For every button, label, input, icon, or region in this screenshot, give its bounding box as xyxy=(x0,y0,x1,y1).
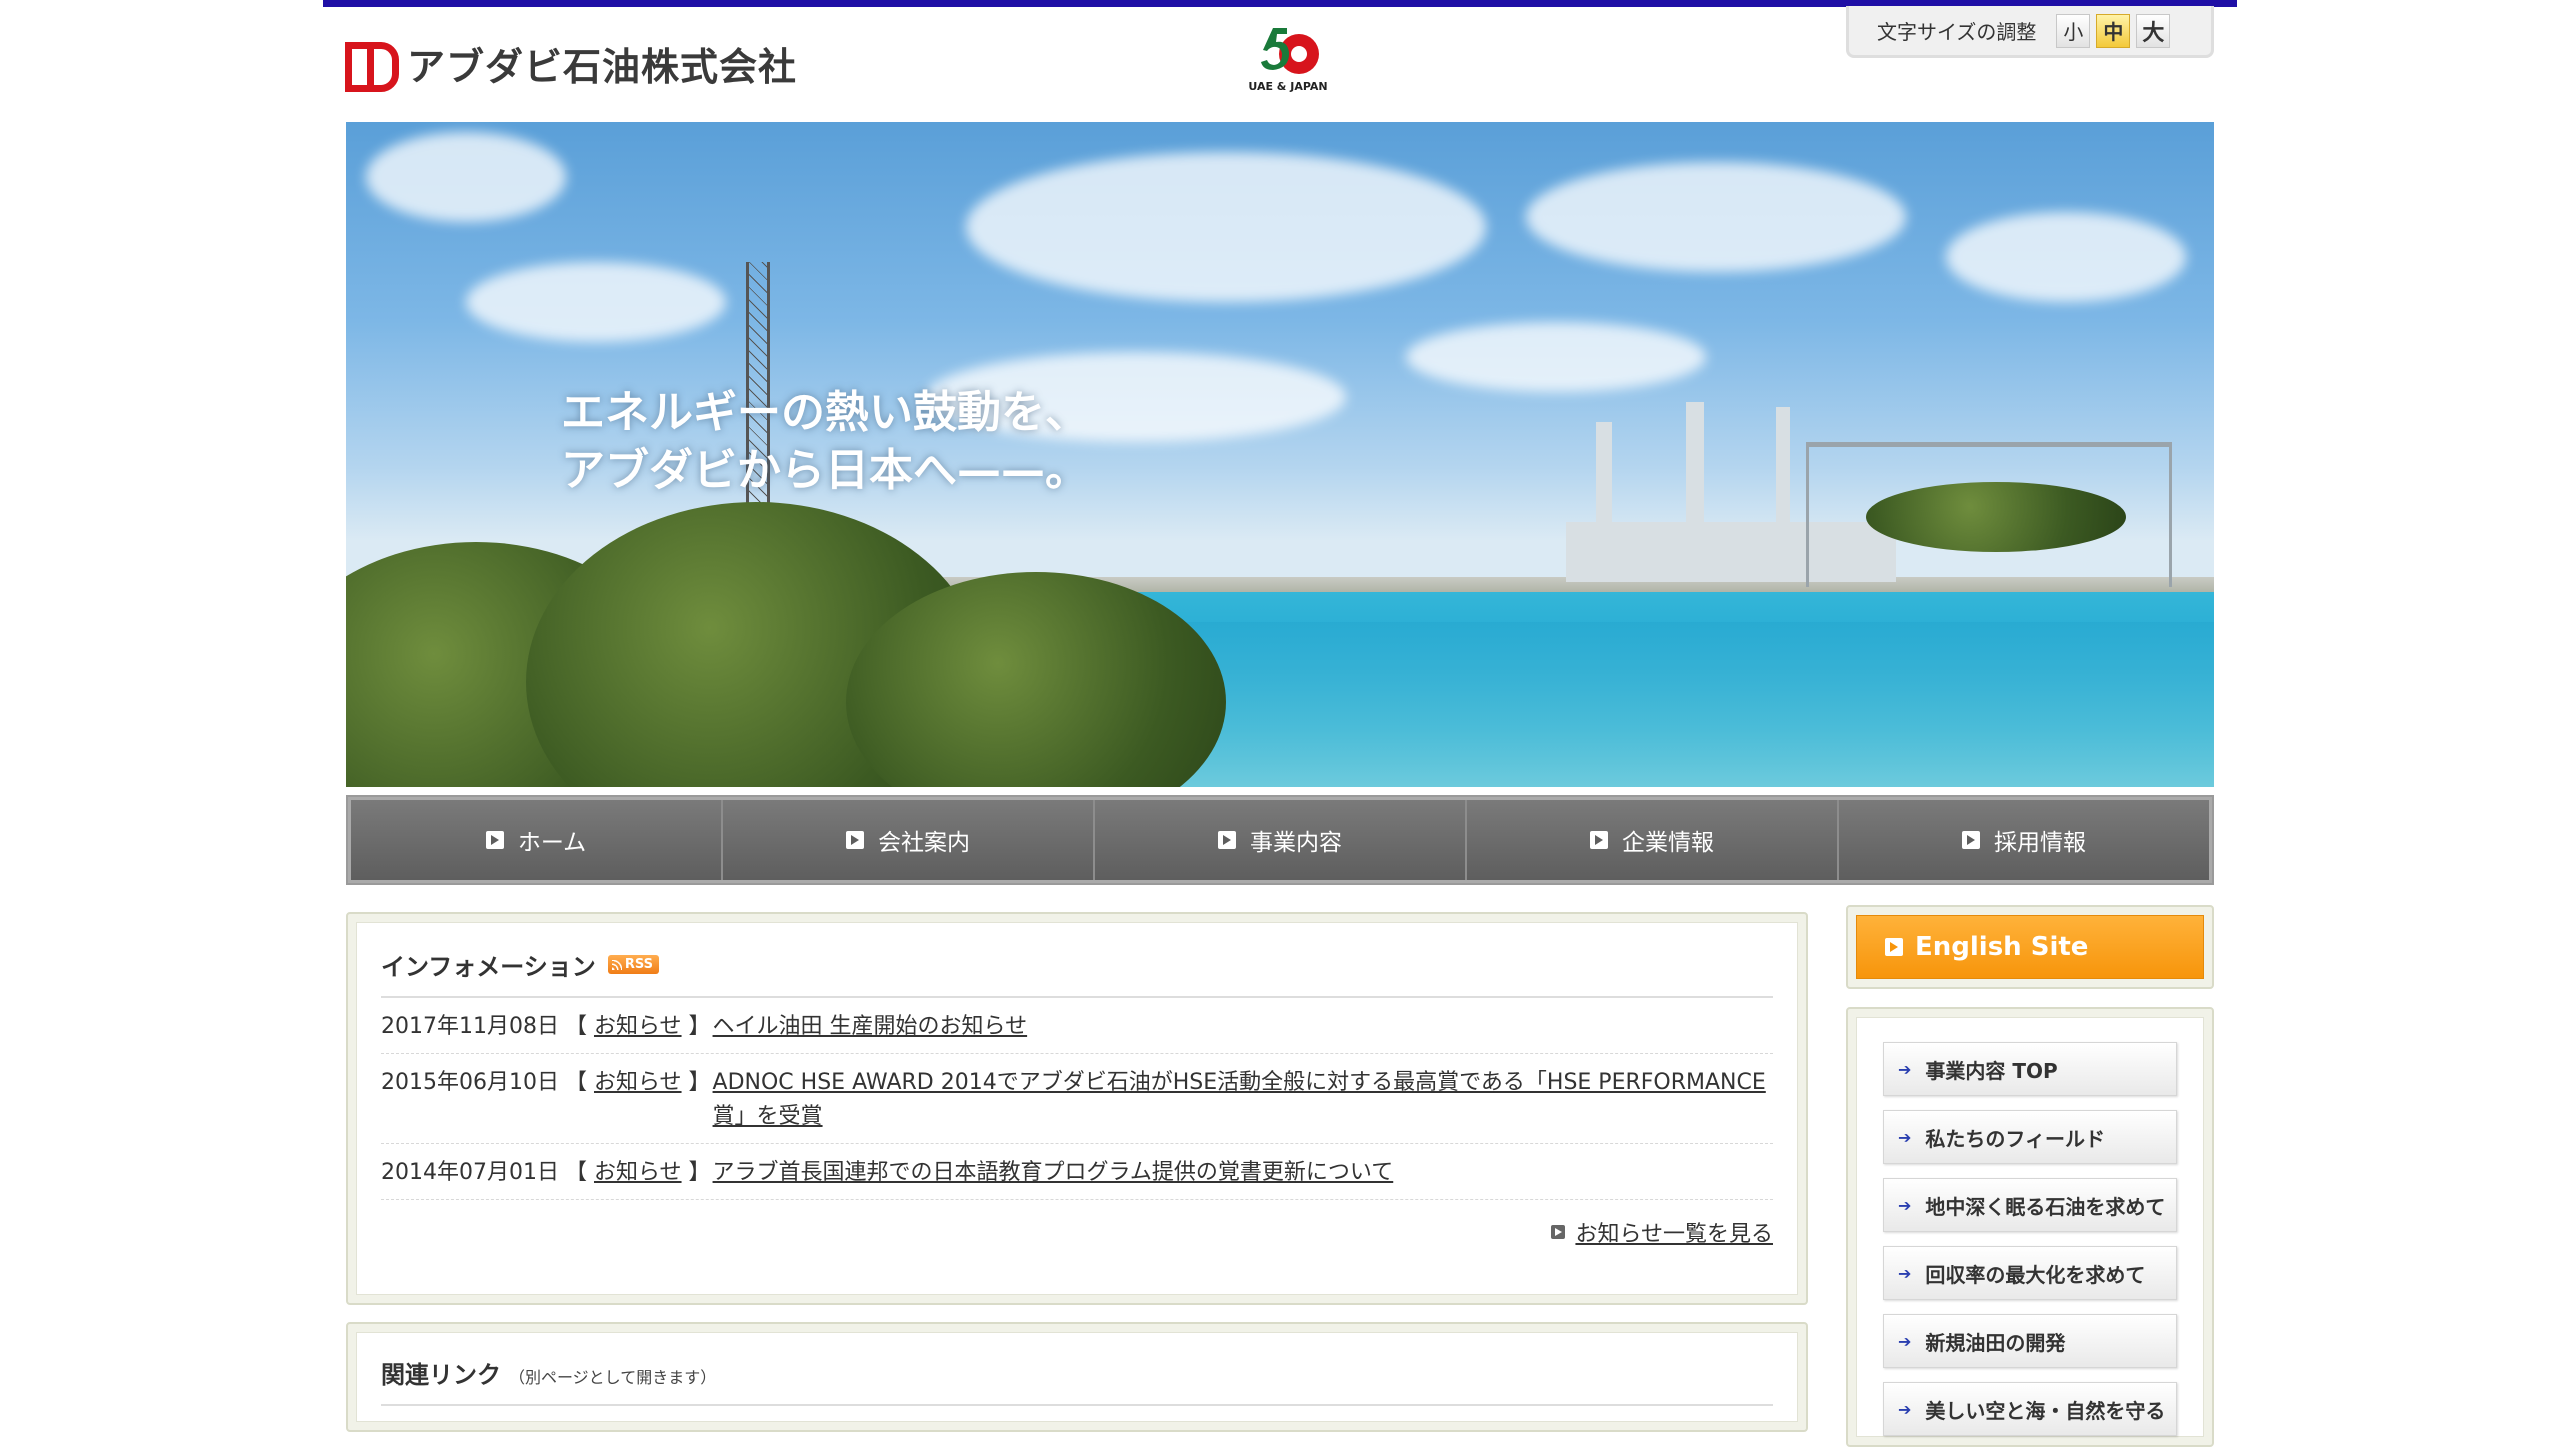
nav-item-label: 採用情報 xyxy=(1994,830,2086,856)
arrow-right-icon: ➔ xyxy=(1898,1263,1912,1283)
sidebar-menu: ➔ 事業内容 TOP ➔ 私たちのフィールド ➔ 地中深く眠る石油を求めて ➔ 回収率の… xyxy=(1846,1007,2214,1447)
related-links-panel: 関連リンク （別ページとして開きます） xyxy=(346,1322,1808,1432)
arrow-right-icon xyxy=(1551,1225,1566,1239)
news-item: 2014年07月01日 【 お知らせ 】 アラブ首長国連邦での日本語教育プログラ… xyxy=(381,1144,1773,1200)
arrow-right-icon: ➔ xyxy=(1898,1059,1912,1079)
english-site-panel: English Site xyxy=(1846,905,2214,989)
sidebar-item-label: 地中深く眠る石油を求めて xyxy=(1925,1194,2166,1219)
news-item: 2017年11月08日 【 お知らせ 】 ヘイル油田 生産開始のお知らせ xyxy=(381,998,1773,1054)
sidebar-item-our-field[interactable]: ➔ 私たちのフィールド xyxy=(1883,1110,2177,1164)
hero-tagline-line1: エネルギーの熱い鼓動を、 xyxy=(561,387,1089,438)
nav-item-home[interactable]: ホーム xyxy=(351,800,723,880)
rss-icon xyxy=(611,959,622,970)
news-date: 2014年07月01日 xyxy=(381,1160,559,1185)
arrow-right-icon xyxy=(1885,938,1903,956)
news-more: お知らせ一覧を見る xyxy=(381,1200,1773,1248)
arrow-right-icon xyxy=(485,831,504,849)
information-panel: インフォメーション RSS 2017年11月08日 【 お知らせ 】 ヘイル油田… xyxy=(346,912,1808,1305)
arrow-right-icon: ➔ xyxy=(1898,1127,1912,1147)
sidebar-item-label: 回収率の最大化を求めて xyxy=(1925,1262,2146,1287)
nav-item-recruit[interactable]: 採用情報 xyxy=(1839,800,2209,880)
sidebar-item-label: 美しい空と海・自然を守る xyxy=(1925,1398,2166,1423)
arrow-right-icon: ➔ xyxy=(1898,1331,1912,1351)
english-site-button[interactable]: English Site xyxy=(1856,915,2204,979)
anniversary-logo: UAE & JAPAN xyxy=(1240,20,1336,102)
nav-item-company[interactable]: 会社案内 xyxy=(723,800,1095,880)
arrow-right-icon: ➔ xyxy=(1898,1195,1912,1215)
arrow-right-icon xyxy=(1218,831,1236,849)
news-category-link[interactable]: お知らせ xyxy=(594,1160,682,1185)
font-size-control: 文字サイズの調整 小 中 大 xyxy=(1846,6,2214,58)
anniversary-caption: UAE & JAPAN xyxy=(1248,80,1328,93)
company-logo[interactable]: アブダビ石油株式会社 xyxy=(345,38,798,92)
sidebar-item-business-top[interactable]: ➔ 事業内容 TOP xyxy=(1883,1042,2177,1096)
news-title-link[interactable]: ADNOC HSE AWARD 2014でアブダビ石油がHSE活動全般に対する最… xyxy=(713,1066,1773,1134)
rss-label: RSS xyxy=(624,957,653,972)
news-date: 2017年11月08日 xyxy=(381,1014,559,1039)
global-nav: ホーム 会社案内 事業内容 企業情報 採用情報 xyxy=(346,795,2214,885)
sidebar-item-exploration[interactable]: ➔ 地中深く眠る石油を求めて xyxy=(1883,1178,2177,1232)
nav-item-label: 会社案内 xyxy=(878,830,970,856)
sidebar-item-recovery[interactable]: ➔ 回収率の最大化を求めて xyxy=(1883,1246,2177,1300)
related-links-note: （別ページとして開きます） xyxy=(509,1368,717,1387)
arrow-right-icon xyxy=(846,831,864,849)
ad-logo-icon xyxy=(345,40,399,92)
company-name: アブダビ石油株式会社 xyxy=(407,44,798,89)
information-title: インフォメーション xyxy=(381,953,596,981)
sidebar-item-label: 私たちのフィールド xyxy=(1925,1126,2106,1151)
sidebar-item-new-field[interactable]: ➔ 新規油田の開発 xyxy=(1883,1314,2177,1368)
nav-item-corporate[interactable]: 企業情報 xyxy=(1467,800,1839,880)
arrow-right-icon xyxy=(1962,831,1980,849)
sidebar-item-environment[interactable]: ➔ 美しい空と海・自然を守る xyxy=(1883,1382,2177,1436)
font-size-medium-button[interactable]: 中 xyxy=(2096,13,2131,48)
news-category-link[interactable]: お知らせ xyxy=(594,1014,682,1039)
english-site-label: English Site xyxy=(1915,932,2089,962)
nav-item-label: ホーム xyxy=(517,830,587,856)
anniversary-emblem-icon xyxy=(1261,28,1319,74)
sidebar-item-label: 新規油田の開発 xyxy=(1925,1330,2066,1355)
news-date: 2015年06月10日 xyxy=(381,1070,559,1095)
news-item: 2015年06月10日 【 お知らせ 】 ADNOC HSE AWARD 201… xyxy=(381,1054,1773,1144)
hero-tagline: エネルギーの熱い鼓動を、 アブダビから日本へ——。 xyxy=(561,384,1089,500)
nav-item-label: 事業内容 xyxy=(1250,830,1342,856)
font-size-small-button[interactable]: 小 xyxy=(2056,13,2091,48)
news-category-link[interactable]: お知らせ xyxy=(594,1070,682,1095)
news-title-link[interactable]: ヘイル油田 生産開始のお知らせ xyxy=(713,1010,1773,1044)
rss-button[interactable]: RSS xyxy=(607,955,659,974)
hero-banner: エネルギーの熱い鼓動を、 アブダビから日本へ——。 xyxy=(346,122,2214,787)
font-size-large-button[interactable]: 大 xyxy=(2136,13,2171,48)
related-links-title: 関連リンク xyxy=(381,1361,501,1389)
font-size-label: 文字サイズの調整 xyxy=(1877,20,2037,44)
nav-item-business[interactable]: 事業内容 xyxy=(1095,800,1467,880)
arrow-right-icon: ➔ xyxy=(1898,1399,1912,1419)
nav-item-label: 企業情報 xyxy=(1622,830,1714,856)
sidebar-item-label: 事業内容 TOP xyxy=(1925,1058,2058,1083)
arrow-right-icon xyxy=(1590,831,1608,849)
hero-tagline-line2: アブダビから日本へ——。 xyxy=(561,445,1089,496)
news-title-link[interactable]: アラブ首長国連邦での日本語教育プログラム提供の覚書更新について xyxy=(713,1156,1773,1190)
news-more-link[interactable]: お知らせ一覧を見る xyxy=(1575,1216,1773,1248)
